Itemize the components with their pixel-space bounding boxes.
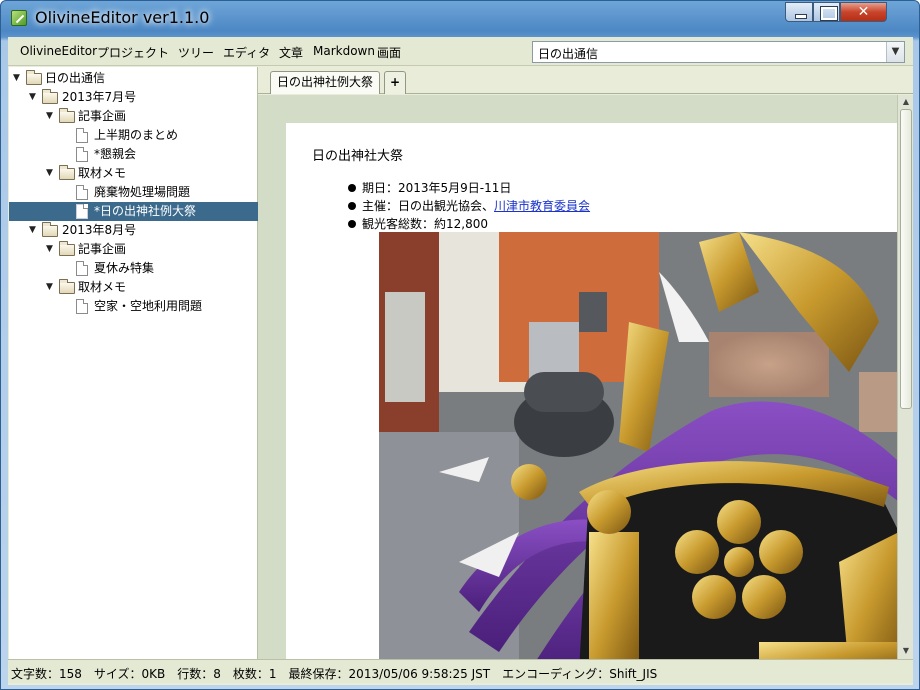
tree-node-label: 取材メモ <box>78 280 127 294</box>
expand-icon[interactable]: ▼ <box>29 221 39 240</box>
tree-node-label: 記事企画 <box>78 109 127 123</box>
close-button[interactable]: ✕ <box>840 2 887 22</box>
list-item: 主催：日の出観光協会、川津市教育委員会 <box>348 197 590 215</box>
tree-node-label: 取材メモ <box>78 166 127 180</box>
scrollbar-thumb[interactable] <box>900 109 912 409</box>
document-page[interactable]: 日の出神社大祭 期日：2013年5月9日-11日 主催：日の出観光協会、川津市教… <box>286 123 897 659</box>
tree-node[interactable]: ▼ 2013年7月号 <box>9 88 258 107</box>
menu-bar: OlivineEditor プロジェクト ツリー エディタ 文章 Markdow… <box>8 37 913 66</box>
project-select-value: 日の出通信 <box>538 47 599 61</box>
expand-icon[interactable]: ▼ <box>46 107 56 126</box>
expand-icon[interactable]: ▼ <box>46 240 56 259</box>
menu-olivineeditor[interactable]: OlivineEditor <box>20 44 97 58</box>
list-item-text: 主催：日の出観光協会、 <box>362 199 495 213</box>
menu-view[interactable]: 画面 <box>377 44 401 61</box>
organizer-link[interactable]: 川津市教育委員会 <box>494 199 590 213</box>
folder-icon <box>59 165 75 180</box>
tree-node-label: 夏休み特集 <box>94 261 155 275</box>
tab-bar: 日の出神社例大祭 + <box>258 67 913 94</box>
tree-node-label: 上半期のまとめ <box>94 128 179 142</box>
scroll-up-icon[interactable]: ▲ <box>900 96 912 108</box>
client-area: OlivineEditor プロジェクト ツリー エディタ 文章 Markdow… <box>8 37 913 685</box>
folder-icon <box>59 279 75 294</box>
tree-node-label: 空家・空地利用問題 <box>94 299 203 313</box>
folder-icon <box>42 222 58 237</box>
tree-node-label: 2013年8月号 <box>62 223 137 237</box>
document-icon <box>76 128 88 143</box>
vertical-scrollbar[interactable]: ▲ ▼ <box>897 95 913 659</box>
minimize-button[interactable] <box>785 2 813 22</box>
tree-node-root[interactable]: ▼ 日の出通信 <box>9 69 258 88</box>
menu-tree[interactable]: ツリー <box>178 44 214 61</box>
app-icon <box>11 10 27 26</box>
tab-document[interactable]: 日の出神社例大祭 <box>270 71 381 94</box>
tree-node[interactable]: ▼ 2013年8月号 <box>9 221 258 240</box>
folder-icon <box>59 108 75 123</box>
tree-node[interactable]: 廃棄物処理場問題 <box>9 183 258 202</box>
expand-icon[interactable]: ▼ <box>46 278 56 297</box>
document-icon <box>76 299 88 314</box>
tree-node[interactable]: ▼ 取材メモ <box>9 164 258 183</box>
bullet-list: 期日：2013年5月9日-11日 主催：日の出観光協会、川津市教育委員会 観光客… <box>348 179 590 233</box>
document-icon <box>76 261 88 276</box>
list-item: 期日：2013年5月9日-11日 <box>348 179 590 197</box>
menu-editor[interactable]: エディタ <box>223 44 270 61</box>
mikoshi-photo <box>379 232 897 659</box>
menu-text[interactable]: 文章 <box>279 44 303 61</box>
expand-icon[interactable]: ▼ <box>13 69 23 88</box>
folder-icon <box>59 241 75 256</box>
tree-node[interactable]: ▼ 取材メモ <box>9 278 258 297</box>
maximize-button[interactable] <box>813 2 840 22</box>
tree-node-label: 記事企画 <box>78 242 127 256</box>
tree-node[interactable]: ▼ 記事企画 <box>9 240 258 259</box>
tree-node-label: 廃棄物処理場問題 <box>94 185 191 199</box>
project-tree[interactable]: ▼ 日の出通信 ▼ 2013年7月号 ▼ 記事企画 上半期のまとめ *懇親会 ▼… <box>9 67 258 659</box>
tree-node[interactable]: 空家・空地利用問題 <box>9 297 258 316</box>
tree-node[interactable]: *懇親会 <box>9 145 258 164</box>
list-item: 観光客総数：約12,800 <box>348 215 590 233</box>
tree-node[interactable]: ▼ 記事企画 <box>9 107 258 126</box>
tree-node[interactable]: 夏休み特集 <box>9 259 258 278</box>
folder-icon <box>42 89 58 104</box>
editor-panel: 日の出神社例大祭 + 日の出神社大祭 期日：2013年5月9日-11日 主催：日… <box>258 67 913 659</box>
tree-node-label: *日の出神社例大祭 <box>94 204 197 218</box>
tree-node-selected[interactable]: *日の出神社例大祭 <box>9 202 258 221</box>
title-bar[interactable]: OlivineEditor ver1.1.0 ✕ <box>1 1 919 37</box>
document-icon <box>76 147 88 162</box>
folder-icon <box>26 70 42 85</box>
tree-node[interactable]: 上半期のまとめ <box>9 126 258 145</box>
document-icon <box>76 204 88 219</box>
app-window: OlivineEditor ver1.1.0 ✕ OlivineEditor プ… <box>0 0 920 690</box>
tree-node-label: *懇親会 <box>94 147 137 161</box>
tree-node-label: 日の出通信 <box>45 71 106 85</box>
close-icon: ✕ <box>857 4 870 20</box>
status-text: 文字数：158 サイズ：0KB 行数：8 枚数：1 最終保存：2013/05/0… <box>11 667 658 681</box>
tree-node-label: 2013年7月号 <box>62 90 137 104</box>
add-tab-button[interactable]: + <box>384 71 406 94</box>
document-view[interactable]: 日の出神社大祭 期日：2013年5月9日-11日 主催：日の出観光協会、川津市教… <box>258 95 897 659</box>
expand-icon[interactable]: ▼ <box>46 164 56 183</box>
menu-markdown[interactable]: Markdown <box>313 44 375 58</box>
scroll-down-icon[interactable]: ▼ <box>900 645 912 657</box>
expand-icon[interactable]: ▼ <box>29 88 39 107</box>
window-title: OlivineEditor ver1.1.0 <box>35 8 210 27</box>
document-heading: 日の出神社大祭 <box>312 149 404 164</box>
status-bar: 文字数：158 サイズ：0KB 行数：8 枚数：1 最終保存：2013/05/0… <box>8 659 913 683</box>
menu-project[interactable]: プロジェクト <box>97 44 169 61</box>
project-select[interactable]: 日の出通信 ▼ <box>532 41 905 63</box>
photo-graphic <box>379 232 897 659</box>
document-icon <box>76 185 88 200</box>
chevron-down-icon[interactable]: ▼ <box>886 42 904 62</box>
